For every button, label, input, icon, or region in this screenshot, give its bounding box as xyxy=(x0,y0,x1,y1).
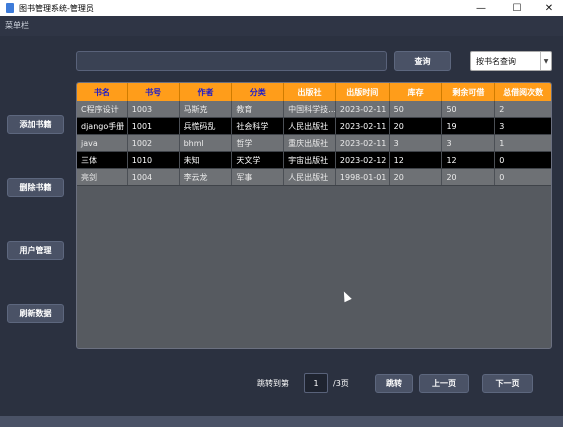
table-cell: 19 xyxy=(442,118,496,134)
book-table[interactable]: 书名 书号 作者 分类 出版社 出版时间 库存 剩余可借 总借阅次数 C程序设计… xyxy=(76,82,552,349)
table-cell: 哲学 xyxy=(232,135,285,151)
title-bar: 图书管理系统-管理员 — ☐ ✕ xyxy=(0,0,563,16)
table-cell: 2023-02-11 xyxy=(336,101,390,117)
table-cell: 20 xyxy=(390,118,443,134)
window-title: 图书管理系统-管理员 xyxy=(19,3,94,13)
table-cell: 人民出版社 xyxy=(284,169,336,185)
table-cell: 1003 xyxy=(128,101,180,117)
header-cell[interactable]: 库存 xyxy=(390,83,443,101)
maximize-button[interactable]: ☐ xyxy=(500,0,534,16)
table-cell: 3 xyxy=(442,135,496,151)
table-cell: 社会科学 xyxy=(232,118,285,134)
table-cell: 1010 xyxy=(128,152,180,168)
table-cell: 人民出版社 xyxy=(284,118,336,134)
search-button[interactable]: 查询 xyxy=(394,51,451,71)
table-cell: 亮剑 xyxy=(77,169,128,185)
table-cell: C程序设计 xyxy=(77,101,128,117)
table-row[interactable]: java 1002 bhml 哲学 重庆出版社 2023-02-11 3 3 1 xyxy=(77,135,551,152)
table-row[interactable]: C程序设计 1003 马斯克 教育 中国科学技… 2023-02-11 50 5… xyxy=(77,101,551,118)
table-cell: 军事 xyxy=(232,169,285,185)
app-icon xyxy=(6,3,14,13)
table-cell: 天文学 xyxy=(232,152,285,168)
search-mode-value: 按书名查询 xyxy=(476,56,516,66)
table-cell: 马斯克 xyxy=(180,101,233,117)
next-page-button[interactable]: 下一页 xyxy=(482,374,533,393)
table-cell: 李云龙 xyxy=(180,169,233,185)
table-cell: 3 xyxy=(499,121,505,131)
search-input[interactable] xyxy=(76,51,387,71)
chevron-down-icon: ▼ xyxy=(540,52,551,70)
jump-button[interactable]: 跳转 xyxy=(375,374,413,393)
header-cell[interactable]: 总借阅次数 xyxy=(495,83,551,101)
table-cell: django手册 xyxy=(77,118,128,134)
table-cell: 0 xyxy=(499,172,505,182)
header-cell[interactable]: 剩余可借 xyxy=(442,83,496,101)
table-cell: 12 xyxy=(442,152,496,168)
table-cell: 3 xyxy=(390,135,443,151)
search-mode-select[interactable]: 按书名查询 ▼ xyxy=(470,51,552,71)
page-number-input[interactable] xyxy=(304,373,328,393)
total-pages-label: /3页 xyxy=(333,379,349,388)
user-management-button[interactable]: 用户管理 xyxy=(7,241,64,260)
delete-book-button[interactable]: 删除书籍 xyxy=(7,178,64,197)
table-cell: 2023-02-11 xyxy=(336,135,390,151)
close-button[interactable]: ✕ xyxy=(532,0,563,16)
table-cell: 2023-02-12 xyxy=(336,152,390,168)
table-cell: 宇宙出版社 xyxy=(284,152,336,168)
status-bar xyxy=(0,416,563,427)
table-cell: 12 xyxy=(390,152,443,168)
table-cell: 重庆出版社 xyxy=(284,135,336,151)
jump-label: 跳转到第 xyxy=(257,379,289,388)
table-header: 书名 书号 作者 分类 出版社 出版时间 库存 剩余可借 总借阅次数 xyxy=(77,83,551,101)
table-cell: 1004 xyxy=(128,169,180,185)
table-cell: 1001 xyxy=(128,118,180,134)
prev-page-button[interactable]: 上一页 xyxy=(419,374,469,393)
table-cell: bhml xyxy=(180,135,233,151)
table-cell: 中国科学技… xyxy=(284,101,336,117)
refresh-data-button[interactable]: 刷新数据 xyxy=(7,304,64,323)
table-cell: 20 xyxy=(390,169,443,185)
table-row[interactable]: django手册 1001 兵慌码乱 社会科学 人民出版社 2023-02-11… xyxy=(77,118,551,135)
table-cell: 50 xyxy=(442,101,496,117)
menu-bar[interactable]: 菜单栏 xyxy=(0,16,563,36)
header-cell[interactable]: 出版社 xyxy=(284,83,336,101)
table-cell: 0 xyxy=(499,155,505,165)
table-cell: 未知 xyxy=(180,152,233,168)
table-row[interactable]: 三体 1010 未知 天文学 宇宙出版社 2023-02-12 12 12 0 xyxy=(77,152,551,169)
table-cell: 1998-01-01 xyxy=(336,169,390,185)
header-cell[interactable]: 作者 xyxy=(180,83,233,101)
add-book-button[interactable]: 添加书籍 xyxy=(7,115,64,134)
table-cell: 2023-02-11 xyxy=(336,118,390,134)
table-cell: java xyxy=(77,135,128,151)
header-cell[interactable]: 书名 xyxy=(77,83,128,101)
header-cell[interactable]: 分类 xyxy=(232,83,285,101)
table-cell: 50 xyxy=(390,101,443,117)
header-cell[interactable]: 出版时间 xyxy=(336,83,390,101)
table-row[interactable]: 亮剑 1004 李云龙 军事 人民出版社 1998-01-01 20 20 0 xyxy=(77,169,551,186)
table-cell: 兵慌码乱 xyxy=(180,118,233,134)
table-cell: 1 xyxy=(499,138,505,148)
table-cell: 20 xyxy=(442,169,496,185)
minimize-button[interactable]: — xyxy=(464,0,498,16)
table-cell: 1002 xyxy=(128,135,180,151)
table-cell: 三体 xyxy=(77,152,128,168)
header-cell[interactable]: 书号 xyxy=(128,83,180,101)
table-cell: 教育 xyxy=(232,101,285,117)
table-cell: 2 xyxy=(499,104,505,114)
